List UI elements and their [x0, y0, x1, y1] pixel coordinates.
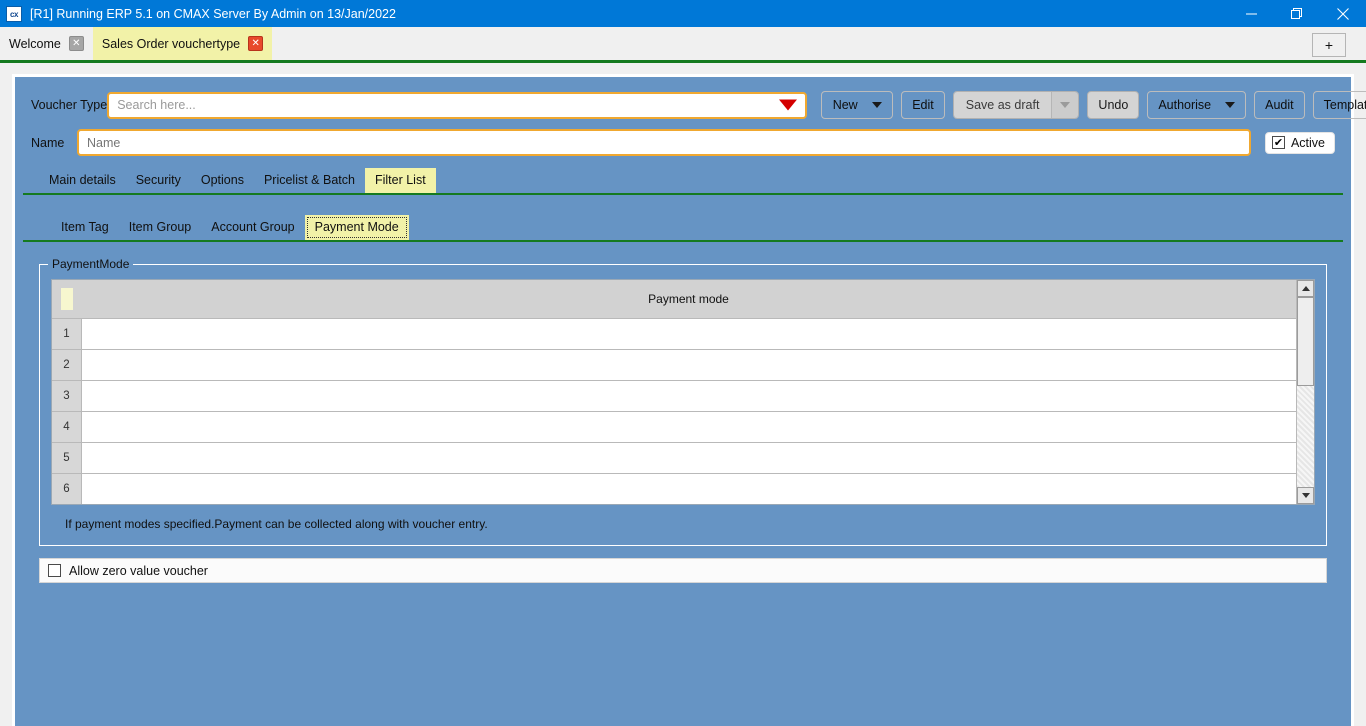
tab-main-details[interactable]: Main details [39, 168, 126, 193]
table-row[interactable]: 1 [52, 318, 1296, 349]
scroll-up-icon[interactable] [1297, 280, 1314, 297]
allow-zero-value-voucher-row[interactable]: Allow zero value voucher [39, 558, 1327, 583]
payment-mode-groupbox-title: PaymentMode [48, 257, 134, 271]
cell-payment-mode[interactable] [82, 474, 1296, 504]
row-number: 5 [52, 443, 82, 473]
checkbox-checked-icon: ✔ [1271, 136, 1285, 149]
row-number: 3 [52, 381, 82, 411]
table-row[interactable]: 4 [52, 411, 1296, 442]
row-number: 4 [52, 412, 82, 442]
name-label: Name [31, 135, 65, 150]
voucher-type-combo[interactable] [107, 91, 808, 119]
page-body: Voucher Type New Edit Save as draft Undo [0, 63, 1366, 726]
active-checkbox-label: Active [1290, 135, 1325, 150]
save-as-draft-dropdown-button[interactable] [1051, 92, 1079, 118]
table-row[interactable]: 5 [52, 442, 1296, 473]
subtab-account-group[interactable]: Account Group [201, 215, 304, 240]
name-input[interactable] [77, 129, 1251, 156]
new-button[interactable]: New [821, 91, 894, 119]
window-titlebar: cx [R1] Running ERP 5.1 on CMAX Server B… [0, 0, 1366, 27]
template-button[interactable]: Template [1312, 91, 1366, 119]
authorise-button-label: Authorise [1158, 98, 1212, 112]
row-number: 2 [52, 350, 82, 380]
restore-icon[interactable] [1274, 0, 1320, 27]
tab-sales-order-vouchertype-label: Sales Order vouchertype [101, 36, 241, 51]
voucher-type-search-input[interactable] [107, 91, 808, 119]
tab-welcome-label: Welcome [9, 36, 61, 51]
name-row: Name ✔ Active [15, 129, 1351, 156]
tab-options[interactable]: Options [191, 168, 254, 193]
undo-button[interactable]: Undo [1087, 91, 1140, 119]
cell-payment-mode[interactable] [82, 443, 1296, 473]
record-toolbar: New Edit Save as draft Undo Authorise Au… [821, 91, 1366, 119]
subtab-item-group[interactable]: Item Group [119, 215, 202, 240]
payment-mode-grid-body: Payment mode 1 2 3 4 5 6 [52, 280, 1296, 504]
authorise-button[interactable]: Authorise [1147, 91, 1247, 119]
tab-security[interactable]: Security [126, 168, 191, 193]
row-number: 6 [52, 474, 82, 504]
chevron-down-icon [1225, 102, 1236, 108]
window-title: [R1] Running ERP 5.1 on CMAX Server By A… [30, 6, 396, 21]
grid-select-all-cell[interactable] [52, 280, 81, 318]
document-tabstrip: Welcome ✕ Sales Order vouchertype ✕ + [0, 27, 1366, 63]
table-row[interactable]: 6 [52, 473, 1296, 504]
chevron-down-icon [871, 102, 882, 108]
grid-corner-marker-icon [60, 288, 73, 310]
payment-mode-grid-header: Payment mode [52, 280, 1296, 318]
payment-mode-groupbox: PaymentMode Payment mode 1 2 3 4 5 6 If … [39, 257, 1327, 546]
cell-payment-mode[interactable] [82, 381, 1296, 411]
allow-zero-value-voucher-label: Allow zero value voucher [69, 563, 208, 578]
edit-button[interactable]: Edit [901, 91, 945, 119]
close-icon[interactable] [1320, 0, 1366, 27]
cell-payment-mode[interactable] [82, 350, 1296, 380]
app-icon: cx [6, 5, 22, 22]
subtab-payment-mode[interactable]: Payment Mode [304, 215, 409, 240]
checkbox-unchecked-icon[interactable] [48, 564, 61, 577]
new-tab-button[interactable]: + [1312, 33, 1346, 57]
tab-sales-order-vouchertype-close-icon[interactable]: ✕ [248, 36, 264, 51]
triangle-down-icon [1301, 493, 1310, 498]
payment-mode-hint: If payment modes specified.Payment can b… [65, 517, 488, 531]
scrollbar-thumb[interactable] [1297, 297, 1314, 387]
save-as-draft-button[interactable]: Save as draft [953, 92, 1052, 118]
payment-mode-grid: Payment mode 1 2 3 4 5 6 [51, 279, 1315, 505]
scrollbar-track[interactable] [1297, 297, 1314, 487]
tab-sales-order-vouchertype[interactable]: Sales Order vouchertype ✕ [92, 27, 273, 60]
cell-payment-mode[interactable] [82, 412, 1296, 442]
main-tabs: Main details Security Options Pricelist … [23, 168, 1343, 195]
table-row[interactable]: 2 [52, 349, 1296, 380]
subtab-item-tag[interactable]: Item Tag [51, 215, 119, 240]
minimize-icon[interactable] [1228, 0, 1274, 27]
column-header-payment-mode[interactable]: Payment mode [81, 280, 1296, 318]
grid-vertical-scrollbar[interactable] [1296, 280, 1314, 504]
triangle-up-icon [1301, 286, 1310, 291]
row-number: 1 [52, 319, 82, 349]
table-row[interactable]: 3 [52, 380, 1296, 411]
tab-welcome[interactable]: Welcome ✕ [0, 27, 93, 60]
filter-list-subtabs: Item Tag Item Group Account Group Paymen… [23, 215, 1343, 242]
window-controls [1228, 0, 1366, 27]
scroll-down-icon[interactable] [1297, 487, 1314, 504]
new-button-label: New [832, 98, 858, 112]
voucher-type-row: Voucher Type New Edit Save as draft Undo [15, 91, 1366, 119]
save-as-draft-split-button[interactable]: Save as draft [952, 91, 1080, 119]
tab-filter-list[interactable]: Filter List [364, 168, 436, 193]
voucher-type-label: Voucher Type [31, 98, 108, 112]
tab-welcome-close-icon[interactable]: ✕ [68, 36, 84, 51]
cell-payment-mode[interactable] [82, 319, 1296, 349]
form-window: Voucher Type New Edit Save as draft Undo [12, 74, 1366, 726]
tab-pricelist-and-batch[interactable]: Pricelist & Batch [254, 168, 365, 193]
audit-button[interactable]: Audit [1254, 91, 1305, 119]
active-checkbox[interactable]: ✔ Active [1264, 131, 1335, 154]
payment-mode-panel: PaymentMode Payment mode 1 2 3 4 5 6 If … [15, 242, 1351, 546]
chevron-down-icon [1060, 102, 1071, 108]
